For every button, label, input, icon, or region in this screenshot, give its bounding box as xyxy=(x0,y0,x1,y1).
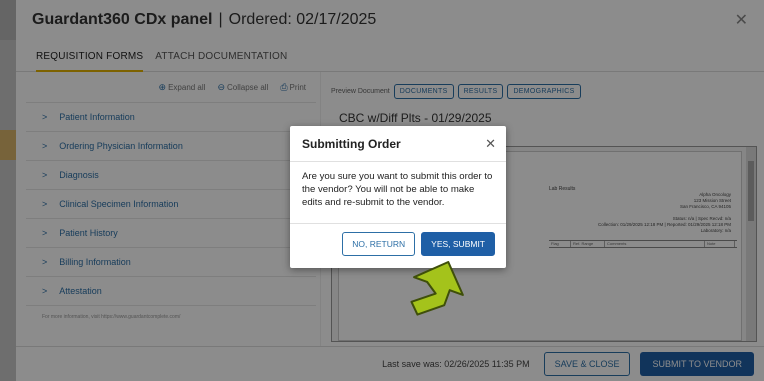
pointer-arrow-icon xyxy=(410,260,464,316)
close-icon[interactable]: ✕ xyxy=(485,136,496,152)
submit-confirm-dialog: Submitting Order ✕ Are you sure you want… xyxy=(290,126,506,268)
dialog-title: Submitting Order xyxy=(302,136,401,151)
dialog-message: Are you sure you want to submit this ord… xyxy=(290,162,506,224)
no-return-button[interactable]: NO, RETURN xyxy=(342,232,416,256)
dialog-buttons: NO, RETURN YES, SUBMIT xyxy=(290,224,506,256)
dialog-header: Submitting Order ✕ xyxy=(290,126,506,162)
yes-submit-button[interactable]: YES, SUBMIT xyxy=(421,232,495,256)
